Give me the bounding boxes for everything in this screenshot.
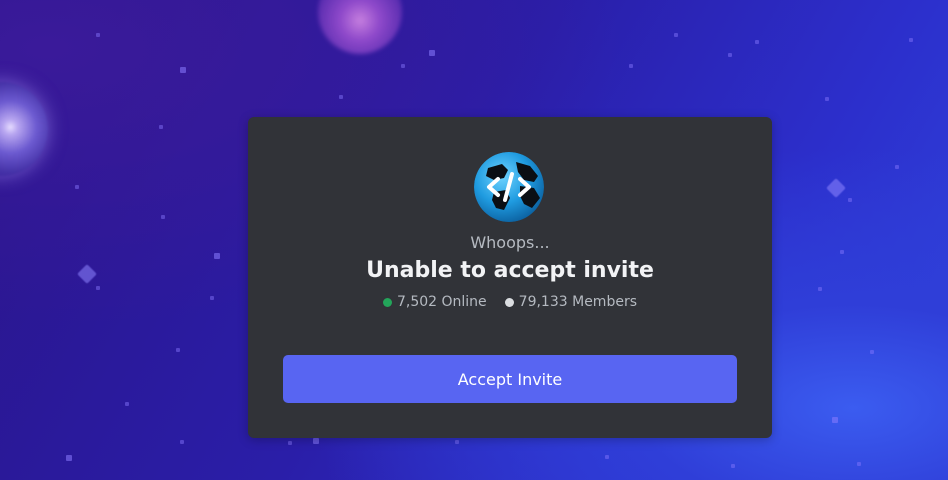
online-status-dot: [382, 297, 392, 307]
star-decoration: [840, 250, 844, 254]
globe-code-icon: [474, 152, 544, 222]
star-decoration: [180, 67, 186, 73]
star-decoration: [313, 438, 319, 444]
star-decoration: [605, 455, 609, 459]
invite-subtitle: Whoops...: [470, 233, 550, 252]
star-decoration: [818, 287, 822, 291]
online-count: 7,502 Online: [396, 294, 487, 310]
star-decoration: [429, 50, 435, 56]
star-decoration: [75, 185, 79, 189]
star-decoration: [125, 402, 129, 406]
star-decoration: [214, 253, 220, 259]
star-decoration: [210, 296, 214, 300]
star-decoration: [674, 33, 678, 37]
server-stats: 7,502 Online 79,133 Members: [248, 294, 772, 310]
sparkle-decoration: [826, 178, 846, 198]
online-stat: 7,502 Online: [382, 294, 487, 310]
star-decoration: [288, 441, 292, 445]
star-decoration: [728, 53, 732, 57]
star-decoration: [731, 464, 735, 468]
star-decoration: [339, 95, 343, 99]
star-decoration: [96, 33, 100, 37]
star-decoration: [180, 440, 184, 444]
sparkle-decoration: [77, 264, 97, 284]
star-decoration: [848, 198, 852, 202]
star-decoration: [629, 64, 633, 68]
star-decoration: [455, 440, 459, 444]
star-decoration: [832, 417, 838, 423]
invite-title: Unable to accept invite: [366, 258, 654, 283]
star-decoration: [66, 455, 72, 461]
star-decoration: [857, 462, 861, 466]
star-decoration: [825, 97, 829, 101]
members-status-dot: [504, 297, 514, 307]
star-decoration: [401, 64, 405, 68]
invite-card: Whoops... Unable to accept invite 7,502 …: [248, 117, 772, 438]
star-decoration: [755, 40, 759, 44]
star-decoration: [870, 350, 874, 354]
star-decoration: [909, 38, 913, 42]
planet-decoration: [318, 0, 402, 54]
accept-invite-button[interactable]: Accept Invite: [283, 355, 737, 403]
star-decoration: [96, 286, 100, 290]
member-count: 79,133 Members: [518, 294, 637, 310]
star-decoration: [161, 215, 165, 219]
planet-decoration: [0, 82, 48, 176]
members-stat: 79,133 Members: [504, 294, 637, 310]
star-decoration: [176, 348, 180, 352]
star-decoration: [895, 165, 899, 169]
star-decoration: [159, 125, 163, 129]
